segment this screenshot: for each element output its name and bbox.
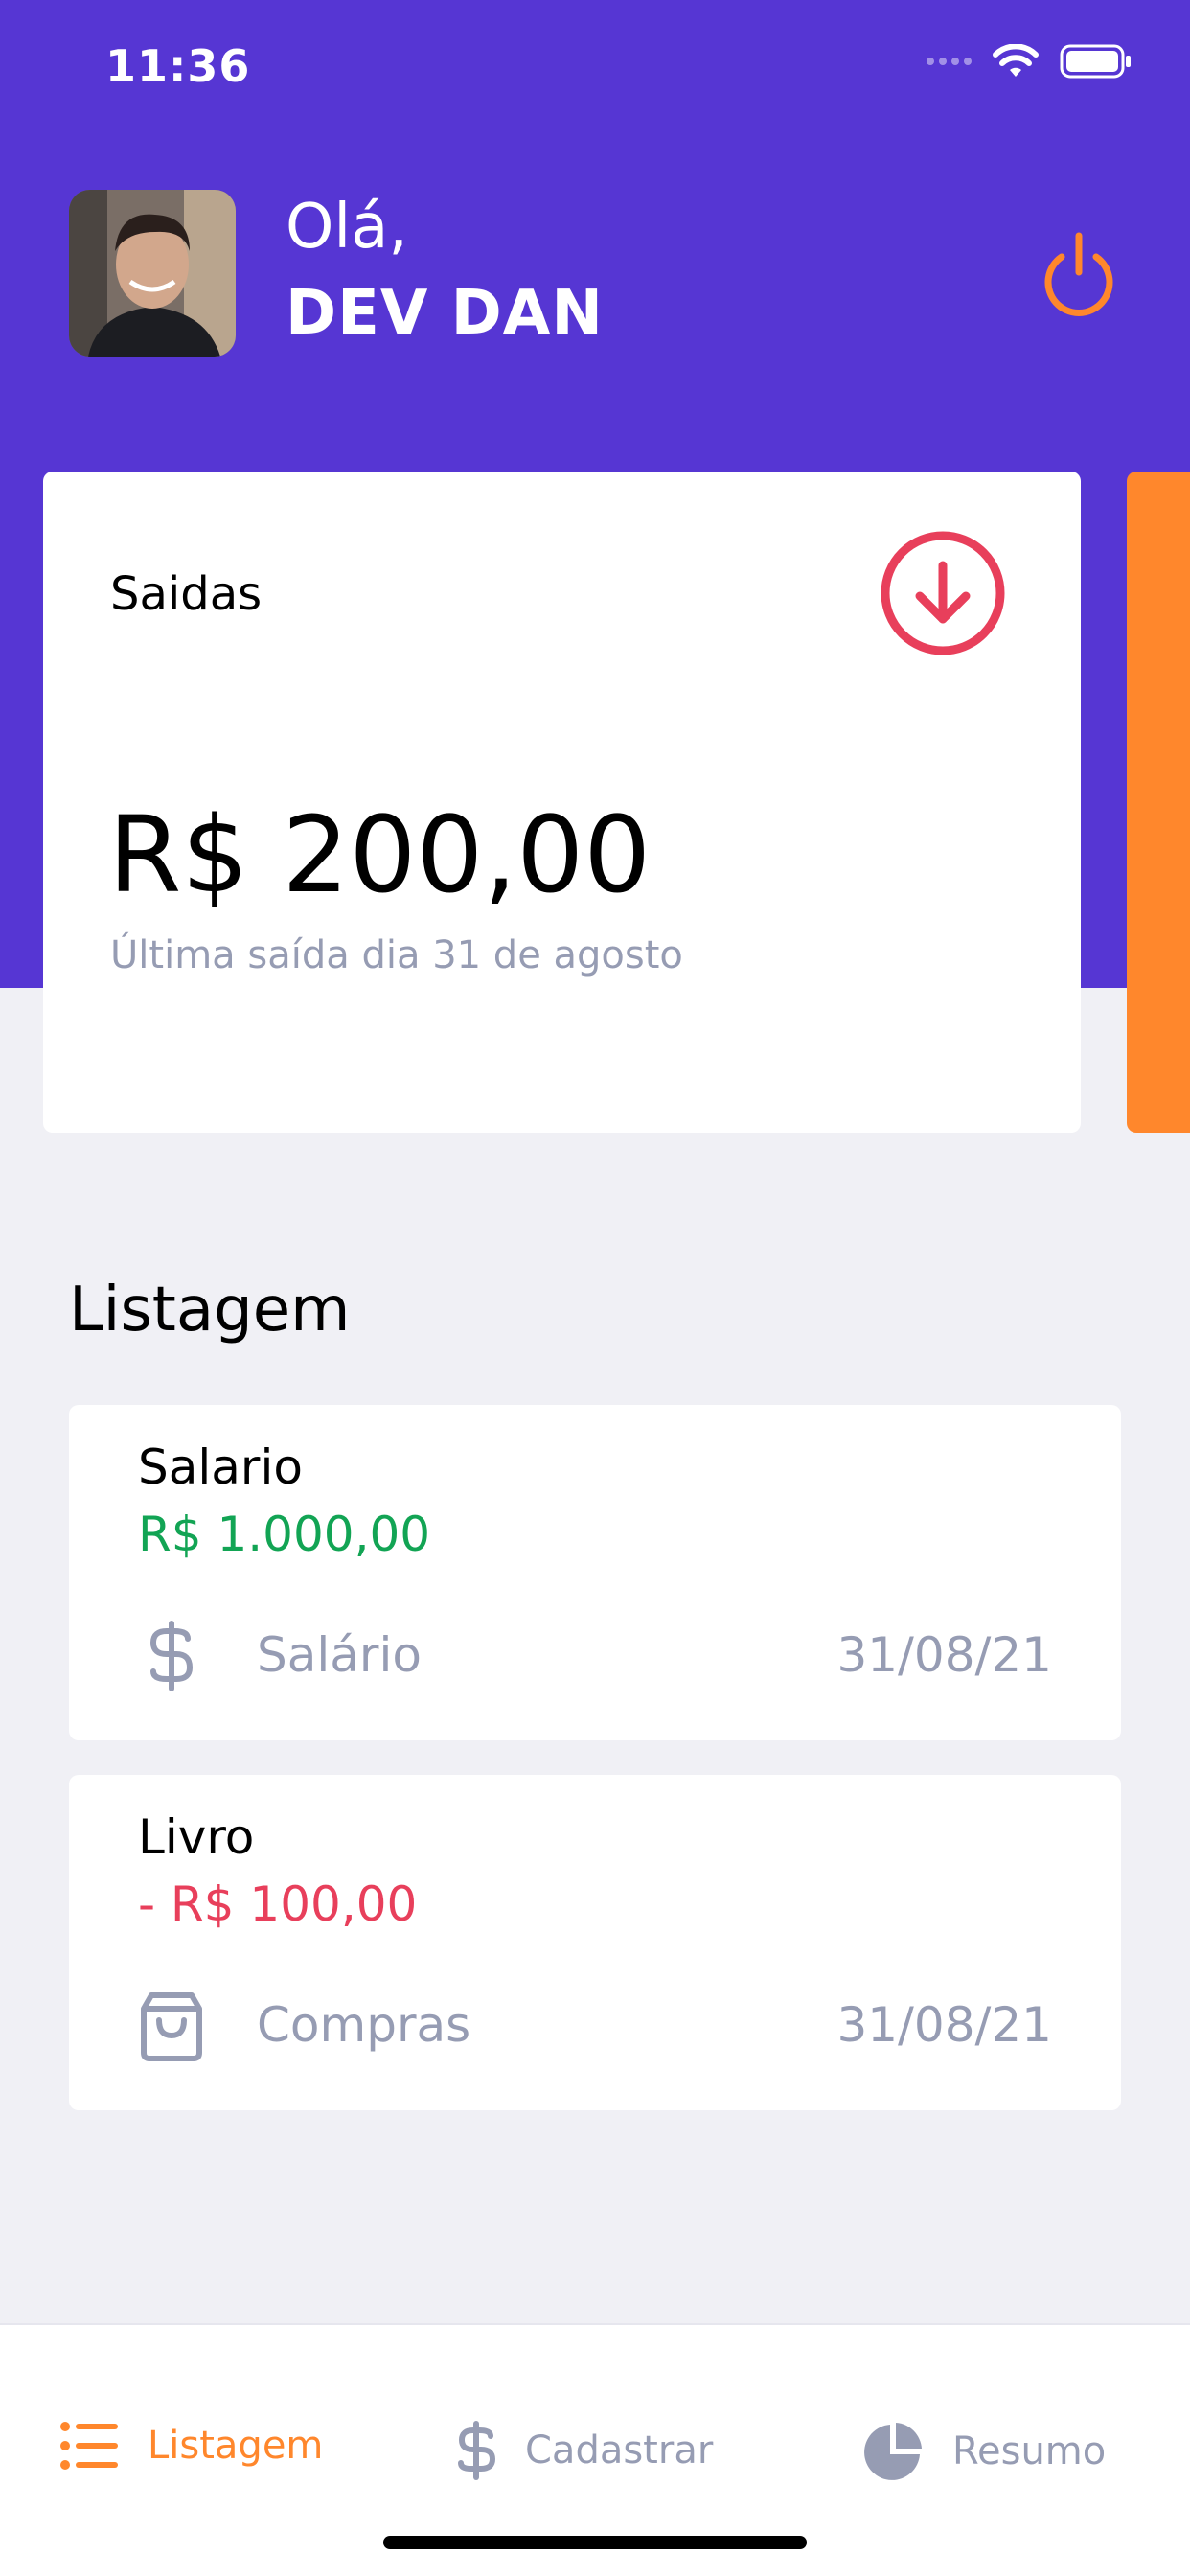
- tab-resumo[interactable]: Resumo: [862, 2421, 1106, 2482]
- highlight-card-outcome: Saidas R$ 200,00 Última saída dia 31 de …: [43, 472, 1081, 1133]
- battery-icon: [1060, 44, 1131, 79]
- transaction-date: 31/08/21: [836, 1997, 1052, 2053]
- highlight-card-amount: R$ 200,00: [108, 794, 652, 916]
- list-title: Listagem: [69, 1275, 351, 1346]
- tab-cadastrar[interactable]: Cadastrar: [456, 2421, 713, 2480]
- transaction-name: Salario: [138, 1439, 303, 1495]
- transaction-card[interactable]: Livro - R$ 100,00 Compras 31/08/21: [69, 1775, 1121, 2110]
- tab-label: Cadastrar: [525, 2428, 714, 2472]
- wifi-icon: [993, 44, 1039, 77]
- transaction-amount: - R$ 100,00: [138, 1876, 418, 1932]
- dollar-sign-icon: [149, 1621, 194, 1691]
- transaction-date: 31/08/21: [836, 1627, 1052, 1683]
- transaction-category: Compras: [257, 1997, 471, 2053]
- pie-chart-icon: [864, 2423, 922, 2480]
- highlight-card-total-peek[interactable]: [1127, 472, 1190, 1133]
- user-avatar: [69, 190, 236, 356]
- status-time: 11:36: [105, 40, 251, 92]
- list-icon: [60, 2422, 118, 2470]
- transaction-name: Livro: [138, 1809, 255, 1865]
- highlight-card-title: Saidas: [110, 567, 263, 621]
- highlight-card-last-transaction: Última saída dia 31 de agosto: [110, 933, 683, 978]
- transaction-card[interactable]: Salario R$ 1.000,00 Salário 31/08/21: [69, 1405, 1121, 1740]
- status-icons: [927, 44, 1133, 79]
- transaction-category: Salário: [257, 1627, 422, 1683]
- home-indicator: [383, 2536, 807, 2549]
- signal-icon: [927, 58, 972, 65]
- user-name: DEV DAN: [286, 278, 604, 349]
- transaction-amount: R$ 1.000,00: [138, 1506, 431, 1562]
- tab-label: Resumo: [952, 2429, 1107, 2473]
- shopping-bag-icon: [141, 1992, 202, 2061]
- arrow-down-circle-icon: [881, 531, 1005, 656]
- greeting-text: Olá,: [286, 192, 408, 263]
- dollar-sign-icon: [458, 2421, 496, 2480]
- tab-label: Listagem: [148, 2424, 324, 2468]
- power-icon[interactable]: [1041, 230, 1117, 316]
- tab-listagem[interactable]: Listagem: [59, 2421, 323, 2471]
